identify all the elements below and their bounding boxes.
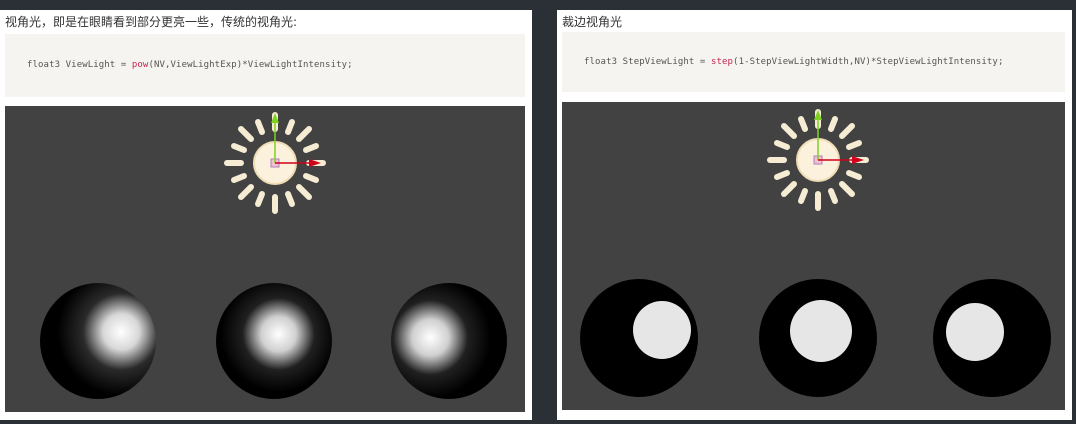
sun-light-icon[interactable] [224, 112, 326, 214]
sphere-3 [391, 283, 507, 399]
code-rest: *ViewLightIntensity; [242, 60, 353, 70]
sun-light-icon[interactable] [767, 109, 869, 211]
viewport-view-light[interactable] [5, 106, 525, 412]
code-func: step [710, 57, 734, 67]
code-args: (NV,ViewLightExp) [148, 60, 243, 70]
sphere-2 [216, 283, 332, 399]
panel-view-light: 视角光，即是在眼睛看到部分更亮一些，传统的视角光: float3 ViewLig… [0, 10, 532, 420]
code-func: pow [131, 60, 149, 70]
code-op: = [115, 60, 132, 70]
code-op: = [694, 57, 711, 67]
sphere-1 [40, 283, 156, 399]
panel-step-view-light: 裁边视角光 float3 StepViewLight = step(1-Step… [557, 10, 1072, 420]
code-line: float3 ViewLight = pow(NV,ViewLightExp)*… [27, 60, 353, 70]
caption-step-view-light: 裁边视角光 [562, 15, 623, 29]
caption-view-light: 视角光，即是在眼睛看到部分更亮一些，传统的视角光: [5, 15, 298, 29]
code-rest: *StepViewLightIntensity; [871, 57, 1004, 67]
viewport-step-view-light[interactable] [562, 102, 1065, 410]
code-args: (1-StepViewLightWidth,NV) [733, 57, 872, 67]
sphere-2-disc [790, 300, 852, 362]
code-var: ViewLight [65, 60, 116, 70]
sphere-3-disc [946, 303, 1004, 361]
sphere-1-disc [633, 301, 691, 359]
scene-view-light [40, 112, 507, 399]
code-type: float3 [584, 57, 618, 67]
code-line: float3 StepViewLight = step(1-StepViewLi… [584, 57, 1003, 67]
code-block-view-light: float3 ViewLight = pow(NV,ViewLightExp)*… [5, 34, 525, 97]
code-block-step-view-light: float3 StepViewLight = step(1-StepViewLi… [562, 32, 1065, 92]
code-type: float3 [27, 60, 61, 70]
code-var: StepViewLight [622, 57, 695, 67]
scene-step-view-light [580, 109, 1051, 397]
